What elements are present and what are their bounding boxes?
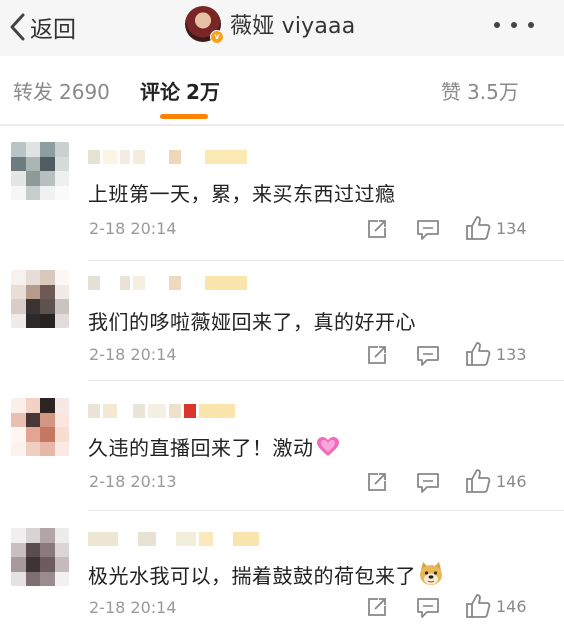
back-label: 返回 <box>30 17 76 43</box>
tab-likes[interactable]: 赞 3.5万 <box>441 76 519 105</box>
like-count: 146 <box>496 471 527 491</box>
verified-badge: v <box>210 30 224 44</box>
thumbs-up-icon <box>466 216 491 240</box>
nav-bar: 返回 v 薇娅 viyaaa <box>0 0 564 56</box>
active-tab-indicator <box>160 114 208 119</box>
more-options-button[interactable] <box>494 12 534 38</box>
divider <box>88 260 564 261</box>
comment-text-content: 极光水我可以，揣着鼓鼓的荷包来了 <box>88 564 416 588</box>
tab-count: 2690 <box>59 80 110 104</box>
chevron-left-icon <box>10 13 25 41</box>
comment-text: 上班第一天，累，来买东西过过瘾 <box>88 178 396 207</box>
comment-icon[interactable] <box>416 219 440 241</box>
dot-icon <box>494 22 500 28</box>
comment-text: 极光水我可以，揣着鼓鼓的荷包来了 <box>88 560 444 589</box>
avatar[interactable] <box>11 398 69 456</box>
tab-label: 赞 <box>441 80 461 104</box>
divider <box>88 510 564 511</box>
comment-time: 2-18 20:14 <box>89 345 177 364</box>
blurred-username[interactable] <box>88 532 259 546</box>
back-button[interactable]: 返回 <box>8 10 76 44</box>
dot-icon <box>511 22 517 28</box>
divider <box>0 124 564 126</box>
tab-comments[interactable]: 评论 2万 <box>140 76 220 105</box>
like-button[interactable]: 146 <box>465 468 527 494</box>
avatar[interactable] <box>11 270 69 328</box>
comment-icon[interactable] <box>416 472 440 494</box>
comment-text-content: 上班第一天，累，来买东西过过瘾 <box>88 182 396 206</box>
comment-text: 我们的哆啦薇娅回来了，真的好开心 <box>88 306 416 335</box>
tab-reposts[interactable]: 转发 2690 <box>13 76 110 105</box>
tab-count: 2万 <box>186 80 220 104</box>
tab-bar: 转发 2690 评论 2万 赞 3.5万 <box>0 56 564 126</box>
avatar[interactable] <box>11 142 69 200</box>
repost-icon[interactable] <box>366 596 388 618</box>
thumbs-up-icon <box>466 594 491 618</box>
blurred-username[interactable] <box>88 404 235 418</box>
thumbs-up-icon <box>466 342 491 366</box>
like-count: 133 <box>496 344 527 364</box>
comment-time: 2-18 20:14 <box>89 219 177 238</box>
tab-label: 评论 <box>140 80 180 104</box>
comment-time: 2-18 20:13 <box>89 472 177 491</box>
repost-icon[interactable] <box>366 471 388 493</box>
like-button[interactable]: 134 <box>465 215 527 241</box>
like-count: 134 <box>496 218 527 238</box>
comment-time: 2-18 20:14 <box>89 598 177 617</box>
like-button[interactable]: 133 <box>465 341 527 367</box>
divider <box>88 380 564 381</box>
comment-text-content: 我们的哆啦薇娅回来了，真的好开心 <box>88 310 416 334</box>
like-count: 146 <box>496 596 527 616</box>
thumbs-up-icon <box>466 469 491 493</box>
blurred-username[interactable] <box>88 276 247 290</box>
profile-name[interactable]: 薇娅 viyaaa <box>230 8 355 40</box>
comment-icon[interactable] <box>416 345 440 367</box>
avatar[interactable] <box>11 528 69 586</box>
comment-text-content: 久违的直播回来了！激动 <box>88 436 314 460</box>
blurred-username[interactable] <box>88 150 247 164</box>
tab-label: 转发 <box>13 80 53 104</box>
comment-icon[interactable] <box>416 597 440 619</box>
comment-text: 久违的直播回来了！激动 <box>88 432 340 461</box>
profile-header[interactable]: v 薇娅 viyaaa <box>185 6 355 44</box>
like-button[interactable]: 146 <box>465 593 527 619</box>
doge-icon <box>420 562 442 585</box>
repost-icon[interactable] <box>366 344 388 366</box>
repost-icon[interactable] <box>366 218 388 240</box>
tab-count: 3.5万 <box>467 80 519 104</box>
pink-heart-icon <box>316 437 339 456</box>
dot-icon <box>528 22 534 28</box>
avatar[interactable]: v <box>185 6 224 44</box>
